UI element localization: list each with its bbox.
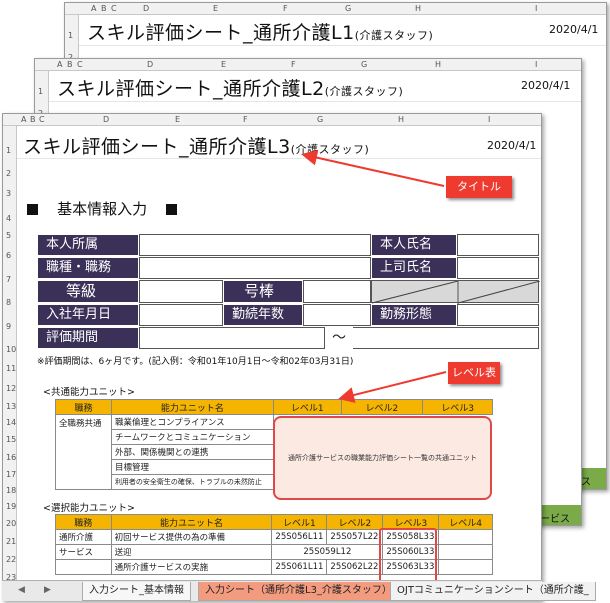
sheet-tab-bar: ◀ ▶ 入力シート_基本情報 入力シート（通所介護L3_介護スタッフ） OJTコ… [2,580,596,601]
tab-next-icon[interactable]: ▶ [44,585,51,595]
tab-basic-info[interactable]: 入力シート_基本情報 [82,582,191,601]
tab-prev-icon[interactable]: ◀ [18,585,25,595]
callout-arrows [301,149,447,403]
tab-ojt-communication[interactable]: OJTコミュニケーションシート（通所介護_ [390,582,596,601]
tab-input-l3[interactable]: 入力シート（通所介護L3_介護スタッフ） [198,582,399,601]
title-callout: タイトル [446,176,512,198]
level-table-callout: レベル表 [448,362,500,384]
